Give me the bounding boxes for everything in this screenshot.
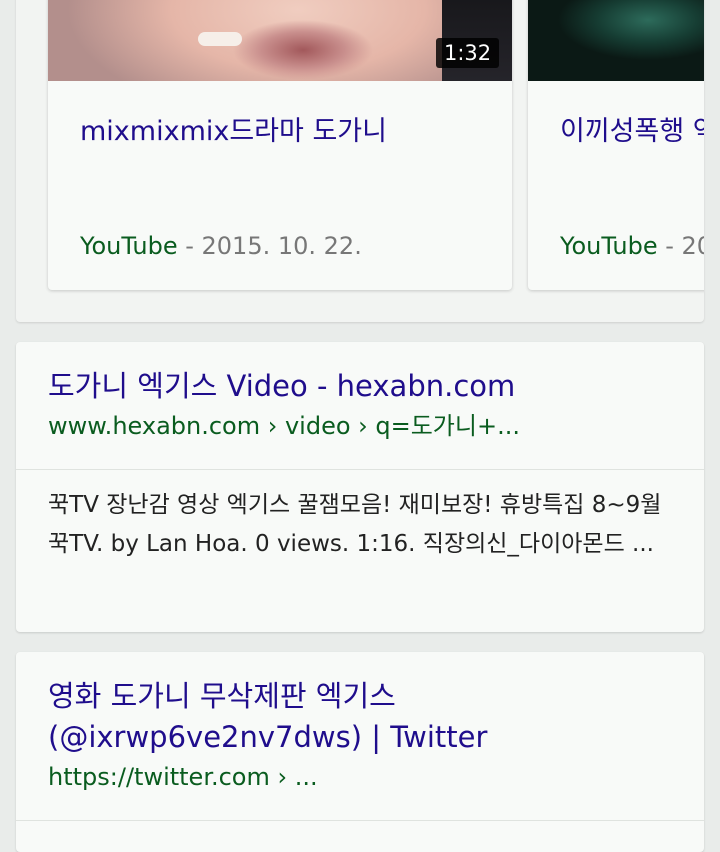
video-duration-badge: 1:32 [436, 38, 500, 68]
video-source: YouTube [560, 232, 658, 260]
result-title-line: (@ixrwp6ve2nv7dws) | Twitter [48, 720, 488, 754]
video-card[interactable]: 이끼성폭행 역 YouTube - 20 [528, 0, 704, 290]
result-title-link[interactable]: 도가니 엑기스 Video - hexabn.com [48, 366, 672, 407]
video-card[interactable]: 1:32 mixmixmix드라마 도가니 YouTube - 2015. 10… [48, 0, 512, 290]
video-thumbnail[interactable] [528, 0, 704, 81]
divider [16, 469, 704, 470]
result-url[interactable]: https://twitter.com › ... [48, 758, 672, 796]
video-separator: - [177, 232, 202, 260]
video-source: YouTube [80, 232, 178, 260]
result-title-line: 영화 도가니 무삭제판 엑기스 [48, 679, 396, 713]
video-date: 2015. 10. 22. [201, 232, 362, 260]
video-thumbnail[interactable]: 1:32 [48, 0, 512, 81]
video-meta: YouTube - 20 [560, 232, 704, 260]
video-meta: YouTube - 2015. 10. 22. [80, 232, 362, 260]
video-title-link[interactable]: 이끼성폭행 역 [560, 109, 704, 148]
search-result: 영화 도가니 무삭제판 엑기스 (@ixrwp6ve2nv7dws) | Twi… [16, 652, 704, 852]
result-url[interactable]: www.hexabn.com › video › q=도가니+... [48, 407, 672, 445]
video-title-link[interactable]: mixmixmix드라마 도가니 [80, 109, 387, 148]
result-snippet: 꾹TV 장난감 영상 엑기스 꿀잼모음! 재미보장! 휴방특집 8~9월 꾹TV… [48, 492, 662, 557]
video-date: 20 [681, 232, 704, 260]
video-separator: - [657, 232, 682, 260]
search-result: 도가니 엑기스 Video - hexabn.com www.hexabn.co… [16, 342, 704, 632]
result-title-link[interactable]: 영화 도가니 무삭제판 엑기스 (@ixrwp6ve2nv7dws) | Twi… [16, 676, 704, 758]
divider [16, 820, 704, 821]
thumbnail-detail [198, 32, 242, 46]
video-carousel: 1:32 mixmixmix드라마 도가니 YouTube - 2015. 10… [16, 0, 704, 322]
